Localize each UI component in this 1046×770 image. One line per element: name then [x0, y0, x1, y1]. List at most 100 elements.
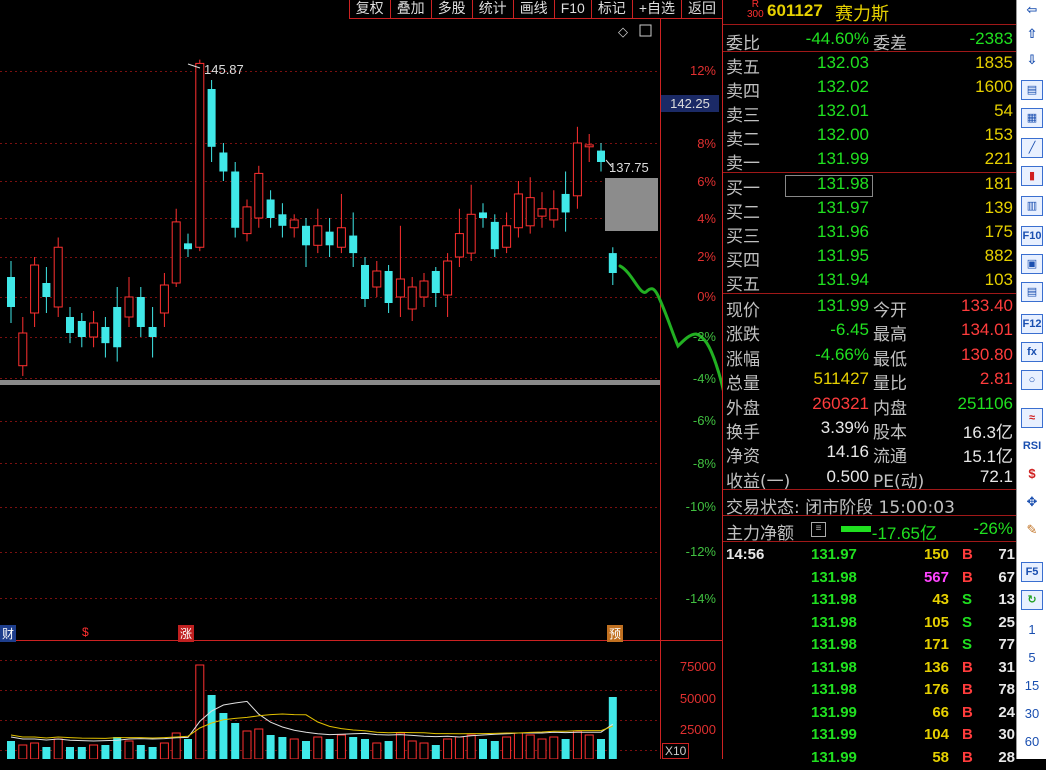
- candle-body[interactable]: [502, 225, 512, 248]
- back-button[interactable]: 返回: [681, 0, 722, 19]
- candle-body[interactable]: [479, 212, 487, 218]
- tick-row[interactable]: 131.99 104 B 30: [723, 725, 1017, 747]
- bid-row[interactable]: 买五 131.94 103: [723, 268, 1017, 295]
- candle-body[interactable]: [278, 214, 287, 226]
- draw-line-button[interactable]: 画线: [512, 0, 554, 19]
- multi-stock-button[interactable]: 多股: [430, 0, 472, 19]
- candle-body[interactable]: [325, 231, 334, 246]
- period-60-button[interactable]: 60: [1021, 732, 1043, 752]
- candle-body[interactable]: [219, 152, 228, 172]
- ask-row[interactable]: 卖一 131.99 221: [723, 147, 1017, 174]
- candle-body[interactable]: [608, 253, 617, 273]
- period-5-button[interactable]: 5: [1021, 648, 1043, 668]
- tick-row[interactable]: 131.98 136 B 31: [723, 658, 1017, 680]
- candle-body[interactable]: [171, 221, 181, 284]
- tick-row[interactable]: 131.98 43 S 13: [723, 590, 1017, 612]
- dollar-icon[interactable]: $: [1021, 464, 1043, 484]
- refresh-icon[interactable]: ↻: [1021, 590, 1043, 610]
- detail-list-icon[interactable]: ▥: [1021, 196, 1043, 216]
- candle-body[interactable]: [159, 284, 169, 314]
- tick-row[interactable]: 14:56 131.97 150 B 71: [723, 545, 1017, 567]
- arrow-left-icon[interactable]: ⇦: [1021, 0, 1043, 20]
- formula-icon[interactable]: fx: [1021, 342, 1043, 362]
- candle-body[interactable]: [349, 235, 358, 254]
- ask-row[interactable]: 卖二 132.00 153: [723, 123, 1017, 150]
- list-icon[interactable]: ≡: [811, 522, 826, 537]
- ask-row[interactable]: 卖三 132.01 54: [723, 99, 1017, 126]
- chart-type-icon[interactable]: ▤: [1021, 80, 1043, 100]
- candle-body[interactable]: [254, 172, 264, 219]
- candle-body[interactable]: [561, 193, 570, 213]
- candle-body[interactable]: [549, 208, 559, 221]
- arrow-down-icon[interactable]: ⇩: [1021, 50, 1043, 70]
- candle-body[interactable]: [443, 260, 453, 296]
- candle-body[interactable]: [384, 271, 393, 303]
- candle-body[interactable]: [597, 150, 605, 162]
- line-chart-icon[interactable]: ╱: [1021, 138, 1043, 158]
- candle-body[interactable]: [77, 321, 86, 337]
- candle-body[interactable]: [231, 171, 240, 228]
- candle-body[interactable]: [395, 278, 405, 298]
- diamond-icon[interactable]: ◇: [618, 25, 628, 40]
- candle-body[interactable]: [525, 197, 535, 227]
- candle-body[interactable]: [572, 142, 582, 197]
- candle-body[interactable]: [195, 62, 205, 248]
- candle-body[interactable]: [266, 199, 275, 219]
- arrow-up-icon[interactable]: ⇧: [1021, 24, 1043, 44]
- candle-body[interactable]: [136, 297, 145, 327]
- grid-table-icon[interactable]: ▦: [1021, 108, 1043, 128]
- kline-chart[interactable]: ◇: [0, 0, 722, 759]
- candle-body[interactable]: [513, 193, 523, 229]
- f5-icon[interactable]: F5: [1021, 562, 1043, 582]
- candle-body[interactable]: [207, 89, 216, 147]
- news-icon[interactable]: ▤: [1021, 282, 1043, 302]
- dollar-tag[interactable]: $: [80, 625, 91, 639]
- candle-body[interactable]: [454, 233, 464, 258]
- stats-button[interactable]: 统计: [471, 0, 513, 19]
- candle-body[interactable]: [584, 144, 594, 148]
- rsi-icon[interactable]: RSI: [1021, 436, 1043, 456]
- limit-up-tag[interactable]: 涨: [178, 625, 195, 642]
- mark-button[interactable]: 标记: [590, 0, 632, 19]
- candle-body[interactable]: [313, 225, 323, 246]
- period-15-button[interactable]: 15: [1021, 676, 1043, 696]
- candle-body[interactable]: [148, 327, 157, 337]
- candle-chart-icon[interactable]: ▮: [1021, 166, 1043, 186]
- candle-body[interactable]: [53, 246, 63, 308]
- zoom-icon[interactable]: ○: [1021, 370, 1043, 390]
- candle-body[interactable]: [124, 296, 134, 318]
- candle-body[interactable]: [30, 264, 40, 314]
- overlay-button[interactable]: 叠加: [389, 0, 431, 19]
- candle-body[interactable]: [7, 277, 15, 307]
- ask-row[interactable]: 卖五 132.03 1835: [723, 51, 1017, 78]
- candle-body[interactable]: [361, 265, 369, 299]
- candle-body[interactable]: [336, 227, 346, 248]
- candle-body[interactable]: [242, 206, 252, 235]
- candle-body[interactable]: [66, 317, 74, 333]
- tick-row[interactable]: 131.99 66 B 24: [723, 703, 1017, 725]
- kline-chart-panel[interactable]: ◇ 复权 叠加 多股 统计 画线 F10 标记 +自选 返回 12% 142.2…: [0, 0, 722, 759]
- candle-body[interactable]: [302, 225, 310, 246]
- f10-button[interactable]: F10: [553, 0, 591, 19]
- tick-row[interactable]: 131.98 105 S 25: [723, 613, 1017, 635]
- window-toggle-icon[interactable]: [639, 24, 652, 37]
- f10-icon[interactable]: F10: [1021, 226, 1043, 246]
- bid-row[interactable]: 买三 131.96 175: [723, 220, 1017, 247]
- candle-body[interactable]: [101, 327, 110, 344]
- candle-body[interactable]: [18, 332, 28, 367]
- candle-body[interactable]: [372, 270, 382, 288]
- candle-body[interactable]: [113, 307, 122, 348]
- bid-row[interactable]: 买四 131.95 882: [723, 244, 1017, 271]
- candle-body[interactable]: [537, 208, 547, 217]
- tick-row[interactable]: 131.98 567 B 67: [723, 568, 1017, 590]
- candle-body[interactable]: [184, 243, 192, 250]
- ask-row[interactable]: 卖四 132.02 1600: [723, 75, 1017, 102]
- tick-row[interactable]: 131.98 176 B 78: [723, 680, 1017, 702]
- period-1-button[interactable]: 1: [1021, 620, 1043, 640]
- tick-row[interactable]: 131.98 171 S 77: [723, 635, 1017, 657]
- candle-body[interactable]: [419, 280, 429, 298]
- candle-body[interactable]: [289, 219, 299, 229]
- period-30-button[interactable]: 30: [1021, 704, 1043, 724]
- candle-body[interactable]: [89, 322, 99, 338]
- move-icon[interactable]: ✥: [1021, 492, 1043, 512]
